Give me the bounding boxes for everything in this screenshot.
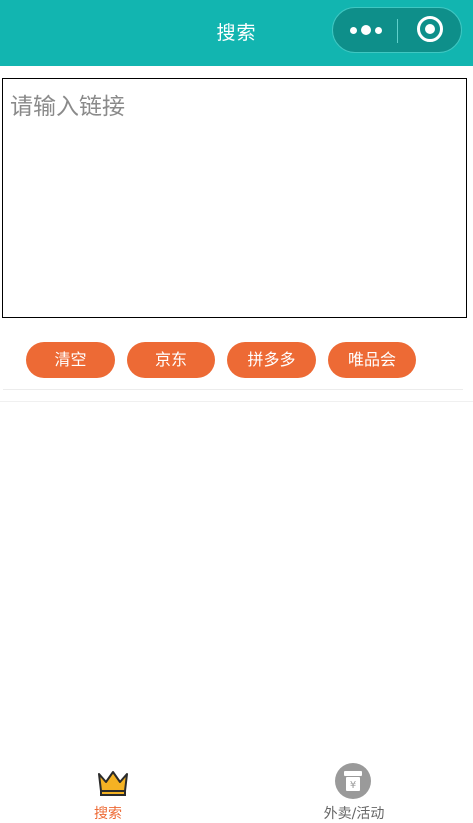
more-dots-icon [350,27,357,34]
tab-takeout[interactable]: ¥ 外卖/活动 [236,751,472,822]
clear-button[interactable]: 清空 [26,342,115,378]
divider [0,401,473,402]
link-input[interactable] [2,78,467,318]
more-dots-icon [361,25,371,35]
nav-bar: 搜索 [0,0,473,66]
divider [3,389,463,390]
mini-program-capsule [332,7,462,53]
pinduoduo-button[interactable]: 拼多多 [227,342,316,378]
crown-icon [98,771,128,796]
close-button[interactable] [398,8,462,52]
tab-label: 搜索 [94,806,122,822]
more-dots-icon [375,27,382,34]
vipshop-button[interactable]: 唯品会 [328,342,416,378]
tab-label: 外卖/活动 [323,806,385,822]
jd-button[interactable]: 京东 [127,342,215,378]
more-button[interactable] [333,8,397,52]
tab-bar: 搜索 ¥ 外卖/活动 [0,751,473,822]
tab-search[interactable]: 搜索 [0,751,236,822]
action-buttons: 清空 京东 拼多多 唯品会 [0,342,473,378]
takeout-box-icon: ¥ [335,763,371,799]
svg-text:¥: ¥ [350,780,356,791]
target-circle-icon [417,16,443,42]
